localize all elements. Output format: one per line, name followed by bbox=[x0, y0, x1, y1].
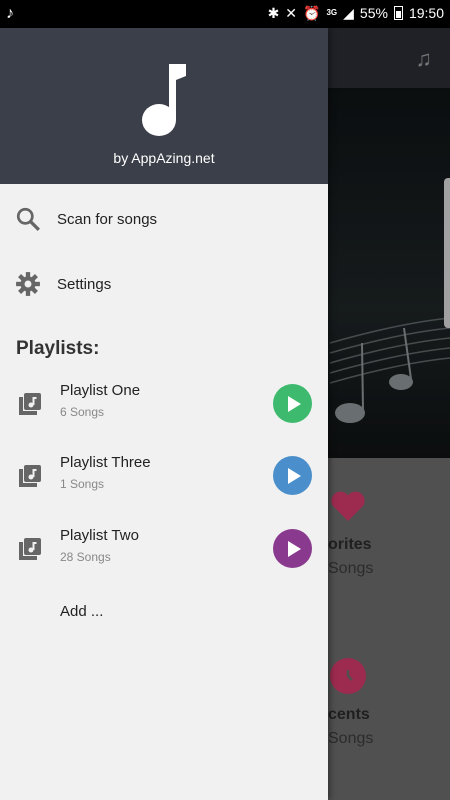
mute-icon: ✕ bbox=[285, 5, 298, 21]
gear-icon bbox=[14, 270, 42, 298]
battery-percent: 55% bbox=[359, 5, 388, 21]
menu-scan-for-songs[interactable]: Scan for songs bbox=[0, 191, 328, 247]
playlist-item[interactable]: Playlist Two 28 Songs bbox=[0, 515, 328, 579]
play-icon bbox=[288, 540, 301, 557]
add-playlist-button[interactable]: Add ... bbox=[60, 603, 103, 620]
playlist-icon bbox=[19, 538, 41, 560]
menu-settings[interactable]: Settings bbox=[0, 256, 328, 312]
alarm-icon: ⏰ bbox=[303, 5, 321, 21]
playlist-song-count: 1 Songs bbox=[60, 477, 105, 491]
clock-time: 19:50 bbox=[408, 5, 444, 21]
playlist-song-count: 28 Songs bbox=[60, 550, 111, 564]
app-byline: by AppAzing.net bbox=[113, 150, 215, 166]
navigation-drawer: by AppAzing.net Scan for songs Settings … bbox=[0, 28, 328, 800]
bluetooth-icon: ✱ bbox=[267, 5, 280, 21]
app-logo-music-note-icon bbox=[142, 64, 186, 136]
playlist-name: Playlist Three bbox=[60, 454, 151, 471]
drawer-header: by AppAzing.net bbox=[0, 28, 328, 184]
search-icon bbox=[14, 205, 42, 233]
signal-icon: ◢ bbox=[343, 5, 354, 21]
playlist-item[interactable]: Playlist One 6 Songs bbox=[0, 370, 328, 434]
playlist-name: Playlist Two bbox=[60, 527, 139, 544]
playlist-song-count: 6 Songs bbox=[60, 405, 105, 419]
battery-icon bbox=[393, 6, 403, 20]
playlist-icon bbox=[19, 393, 41, 415]
playlist-name: Playlist One bbox=[60, 382, 141, 399]
play-button[interactable] bbox=[273, 456, 312, 495]
menu-label: Scan for songs bbox=[57, 210, 158, 228]
playlist-icon bbox=[19, 465, 41, 487]
menu-label: Settings bbox=[57, 275, 112, 293]
music-note-icon: ♪ bbox=[6, 5, 14, 22]
playlist-item[interactable]: Playlist Three 1 Songs bbox=[0, 442, 328, 506]
network-type: 3G bbox=[326, 8, 338, 17]
play-icon bbox=[288, 395, 301, 412]
play-button[interactable] bbox=[273, 529, 312, 568]
play-icon bbox=[288, 467, 301, 484]
status-bar: ♪ ✱ ✕ ⏰ 3G ◢ 55% 19:50 bbox=[0, 0, 450, 28]
play-button[interactable] bbox=[273, 384, 312, 423]
status-icons: ✱ ✕ ⏰ 3G ◢ 55% 19:50 bbox=[268, 4, 444, 22]
playlists-heading: Playlists: bbox=[16, 338, 100, 359]
